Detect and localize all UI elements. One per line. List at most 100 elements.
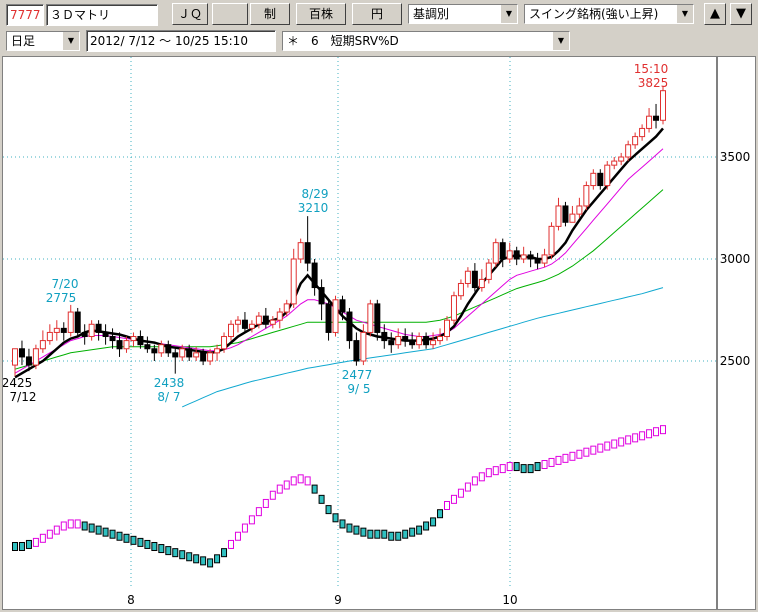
- candle-down: [102, 331, 109, 338]
- candle-up: [269, 319, 276, 325]
- srv-box: [102, 527, 109, 537]
- low2-date-label: 9/ 5: [347, 382, 370, 396]
- candle-up: [248, 323, 255, 329]
- srv-box: [262, 498, 269, 508]
- srv-box: [158, 544, 165, 554]
- candle-up: [450, 295, 457, 321]
- screen-list-select[interactable]: スイング銘柄(強い上昇) ▼: [524, 4, 694, 24]
- srv-box: [430, 517, 437, 527]
- chart-area[interactable]: 15:10 3825 8/29 3210 7/20 2775 2425 7/12…: [2, 56, 756, 610]
- chevron-down-icon[interactable]: ▼: [62, 32, 79, 50]
- candle-down: [304, 242, 311, 264]
- srv-box: [583, 447, 590, 457]
- candle-down: [423, 336, 430, 346]
- last-time-label: 15:10: [634, 62, 669, 76]
- srv-box: [416, 525, 423, 535]
- candle-up: [39, 340, 46, 350]
- high-value-label: 3210: [298, 201, 329, 215]
- stock-code-field[interactable]: 7777: [6, 4, 44, 26]
- srv-box: [325, 505, 332, 515]
- srv-box: [625, 435, 632, 445]
- candle-up: [478, 278, 485, 289]
- srv-box: [186, 552, 193, 562]
- srv-box: [388, 531, 395, 541]
- candle-up: [457, 282, 464, 297]
- srv-box: [130, 535, 137, 545]
- candle-up: [214, 348, 221, 354]
- candle-down: [402, 336, 409, 342]
- srv-box: [464, 482, 471, 492]
- srv-box: [597, 443, 604, 453]
- last-value-label: 3825: [638, 76, 669, 90]
- stock-name-field[interactable]: ３Ｄマトリ: [46, 4, 158, 26]
- srv-box: [123, 533, 130, 543]
- ytick-2500: 2500: [720, 354, 751, 368]
- candle-up: [228, 323, 234, 338]
- srv-box: [193, 554, 200, 564]
- candle-down: [60, 327, 67, 333]
- candle-up: [290, 258, 297, 305]
- srv-box: [221, 548, 228, 558]
- period-select-value: 日足: [11, 34, 36, 48]
- chevron-down-icon[interactable]: ▼: [676, 5, 693, 23]
- candle-up: [12, 348, 18, 366]
- candle-down: [165, 344, 172, 354]
- candle-up: [590, 172, 597, 187]
- srv-box: [318, 494, 325, 504]
- prev-stock-button[interactable]: ▲: [704, 3, 726, 25]
- candle-up: [639, 127, 646, 138]
- seido-button[interactable]: 制: [250, 3, 290, 25]
- candle-up: [283, 303, 290, 313]
- chevron-down-icon[interactable]: ▼: [500, 5, 517, 23]
- srv-box: [381, 529, 388, 539]
- candle-up: [130, 336, 137, 342]
- next-stock-button[interactable]: ▼: [730, 3, 752, 25]
- candle-up: [485, 262, 492, 280]
- unit-stock-button[interactable]: 百株: [296, 3, 346, 25]
- candle-down: [241, 319, 248, 329]
- candle-up: [492, 242, 499, 264]
- candle-up: [32, 348, 39, 366]
- candle-down: [653, 115, 660, 121]
- candle-up: [569, 213, 576, 223]
- candle-up: [360, 331, 367, 362]
- srv-box: [332, 513, 339, 523]
- candle-down: [597, 172, 604, 187]
- srv-box: [179, 550, 186, 560]
- srv-box: [109, 529, 116, 539]
- srv-box: [207, 558, 214, 568]
- srv-box: [562, 453, 569, 463]
- srv-box: [611, 439, 618, 449]
- srv-box: [646, 429, 653, 439]
- srv-box: [290, 476, 297, 486]
- first-date-label: 7/12: [10, 390, 37, 404]
- indicator-select[interactable]: ＊ 6 短期SRV%D ▼: [282, 31, 570, 51]
- srv-box: [95, 525, 102, 535]
- candle-up: [437, 336, 444, 342]
- yen-button[interactable]: 円: [352, 3, 402, 25]
- candle-up: [332, 299, 339, 333]
- candle-down: [409, 340, 416, 346]
- srv-box: [151, 542, 158, 551]
- adjust-select[interactable]: 基調別 ▼: [408, 4, 518, 24]
- srv-box: [548, 457, 555, 467]
- candle-up: [88, 323, 95, 338]
- srv-box: [450, 494, 457, 504]
- screen-list-value: スイング銘柄(強い上昇): [529, 7, 659, 21]
- blank-button[interactable]: [212, 3, 248, 25]
- period-select[interactable]: 日足 ▼: [6, 31, 80, 51]
- srv-box: [25, 539, 32, 549]
- candle-up: [46, 331, 53, 342]
- chevron-down-icon[interactable]: ▼: [552, 32, 569, 50]
- srv-box: [339, 519, 346, 529]
- srv-box: [374, 529, 381, 539]
- srv-box: [248, 515, 255, 525]
- srv-box: [60, 521, 67, 531]
- moving-averages: [14, 127, 664, 408]
- start-value-label: 2775: [46, 291, 77, 305]
- candle-up: [625, 144, 632, 158]
- srv-box: [618, 437, 625, 447]
- srv-box: [513, 462, 520, 472]
- srv-box: [165, 546, 172, 556]
- srv-box: [172, 548, 179, 558]
